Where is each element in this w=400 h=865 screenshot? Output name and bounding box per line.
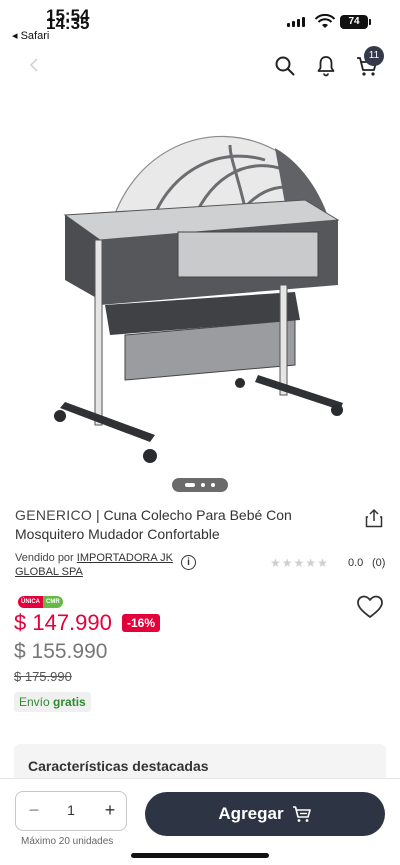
product-brand[interactable]: GENERICO [15,507,92,523]
cart-count-badge: 11 [364,46,384,66]
info-icon[interactable]: i [181,555,196,570]
price-secondary: $ 155.990 [14,640,108,663]
cmr-badge: ÚNICA CMR [18,596,63,608]
wifi-icon [314,14,336,28]
image-carousel-dots[interactable] [172,478,228,492]
max-units-label: Máximo 20 unidades [21,836,114,847]
rating-stars[interactable]: ★ ★ ★ ★ ★ [270,556,328,570]
product-image[interactable] [40,120,370,470]
unica-label: ÚNICA [18,596,43,608]
cmr-label: CMR [43,596,63,608]
battery-icon: 74 [340,15,371,29]
seller-info: Vendido por IMPORTADORA JK GLOBAL SPA [15,551,185,579]
add-to-cart-label: Agregar [218,804,284,823]
features-title: Características destacadas [28,758,209,774]
share-icon[interactable] [364,508,384,528]
discount-badge: -16% [122,614,161,632]
increase-quantity-button[interactable]: + [100,800,120,820]
cellular-signal-icon [287,17,305,27]
decrease-quantity-button[interactable]: − [24,800,44,820]
home-indicator [131,853,269,858]
bell-icon[interactable] [316,55,336,77]
price-main: $ 147.990 [14,610,112,635]
star-icon: ★ [317,556,328,570]
chevron-left-icon[interactable] [26,56,44,74]
status-bar: 15:54 14:35 ◂ Safari 74 [0,0,400,42]
star-icon: ★ [281,556,293,570]
star-icon: ★ [270,556,281,570]
free-shipping-badge: Envío gratis [14,692,91,712]
product-title: GENERICO | Cuna Colecho Para Bebé Con Mo… [15,506,335,544]
shipping-label: Envío [19,695,54,709]
star-icon: ★ [305,556,317,570]
back-to-safari-link[interactable]: ◂ Safari [12,29,49,42]
price-old: $ 175.990 [14,669,72,684]
shipping-free: gratis [53,695,86,709]
add-to-cart-button[interactable]: Agregar [145,792,385,836]
heart-icon[interactable] [356,594,384,620]
cart-icon [292,806,311,822]
star-icon: ★ [293,556,305,570]
brand-separator: | [92,507,104,523]
rating-value: 0.0 [348,557,364,569]
search-icon[interactable] [274,55,296,77]
quantity-value[interactable]: 1 [60,802,82,818]
sold-by-label: Vendido por [15,552,77,564]
review-count[interactable]: (0) [372,557,385,569]
status-time-overlay: 14:35 [46,14,90,33]
